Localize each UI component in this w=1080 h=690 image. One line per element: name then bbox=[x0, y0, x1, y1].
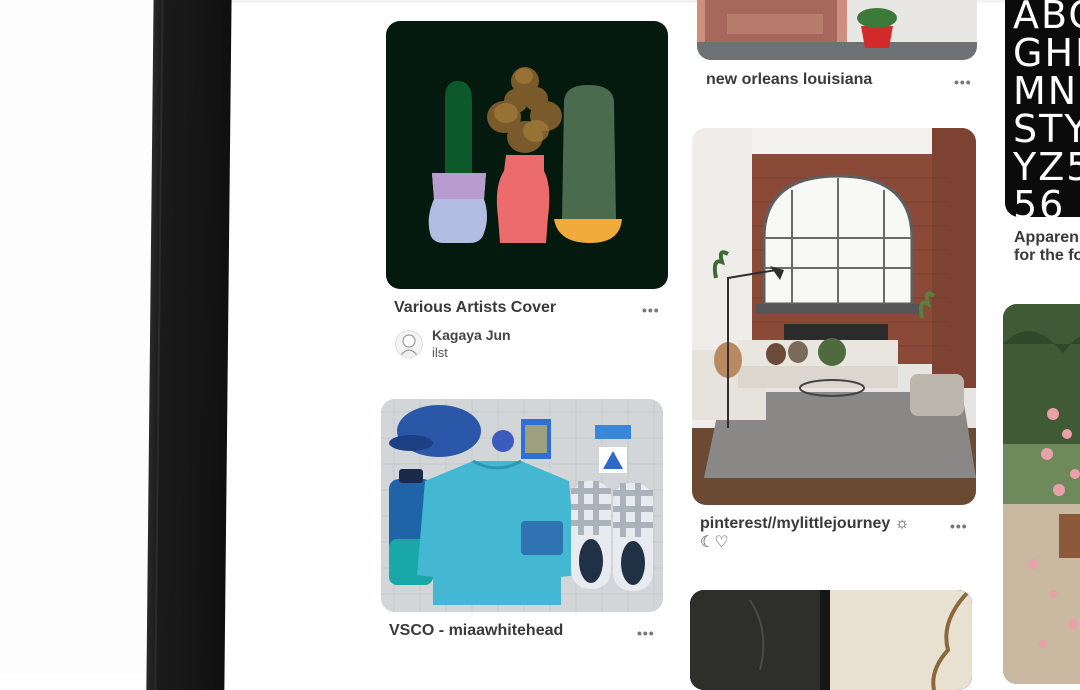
type-specimen-row-1: ABGH bbox=[1013, 0, 1080, 37]
pin-title-typography-line2: for the fo bbox=[1014, 247, 1080, 264]
pin-image-cactus[interactable] bbox=[386, 21, 668, 289]
pin-more-button-vsco[interactable]: ••• bbox=[637, 625, 655, 641]
pin-title-room[interactable]: pinterest//mylittlejourney ☼ bbox=[700, 515, 909, 533]
pin-image-room[interactable] bbox=[692, 128, 976, 505]
nola-illustration bbox=[697, 0, 977, 60]
type-specimen-row-4: STYZ bbox=[1013, 107, 1080, 151]
pin-image-nola[interactable] bbox=[697, 0, 977, 60]
type-specimen-row-6: 56 bbox=[1013, 183, 1066, 217]
pin-more-button-cactus[interactable]: ••• bbox=[642, 302, 660, 318]
creator-subtitle: ilst bbox=[432, 345, 448, 360]
creator-name[interactable]: Kagaya Jun bbox=[432, 327, 511, 343]
pin-more-button-room[interactable]: ••• bbox=[950, 518, 968, 534]
pin-image-marble[interactable] bbox=[690, 590, 972, 690]
marble-illustration bbox=[690, 590, 972, 690]
pin-more-button-nola[interactable]: ••• bbox=[954, 74, 972, 90]
pin-title-room-line2: ☾♡ bbox=[700, 534, 729, 551]
garden-illustration bbox=[1003, 304, 1080, 684]
pin-title-typography[interactable]: Apparen bbox=[1014, 229, 1079, 247]
pin-image-garden[interactable] bbox=[1003, 304, 1080, 684]
flatlay-illustration bbox=[381, 399, 663, 612]
living-room-illustration bbox=[692, 128, 976, 505]
type-specimen-row-2: GHMN bbox=[1013, 31, 1080, 75]
pin-title-cactus[interactable]: Various Artists Cover bbox=[394, 299, 556, 317]
pin-title-vsco[interactable]: VSCO - miaawhitehead bbox=[389, 622, 563, 640]
creator-avatar-illustration bbox=[400, 334, 418, 356]
desk-background bbox=[0, 0, 160, 675]
pin-image-vsco[interactable] bbox=[381, 399, 663, 612]
device-bezel bbox=[146, 0, 232, 690]
avatar[interactable] bbox=[395, 330, 423, 358]
type-specimen-row-5: YZ56 bbox=[1013, 145, 1080, 189]
pin-title-nola[interactable]: new orleans louisiana bbox=[706, 71, 872, 89]
type-specimen-row-3: MNST bbox=[1013, 69, 1080, 113]
pin-image-typography[interactable]: ABGH GHMN MNST STYZ YZ56 56 bbox=[1005, 0, 1080, 217]
cactus-illustration bbox=[428, 67, 622, 243]
